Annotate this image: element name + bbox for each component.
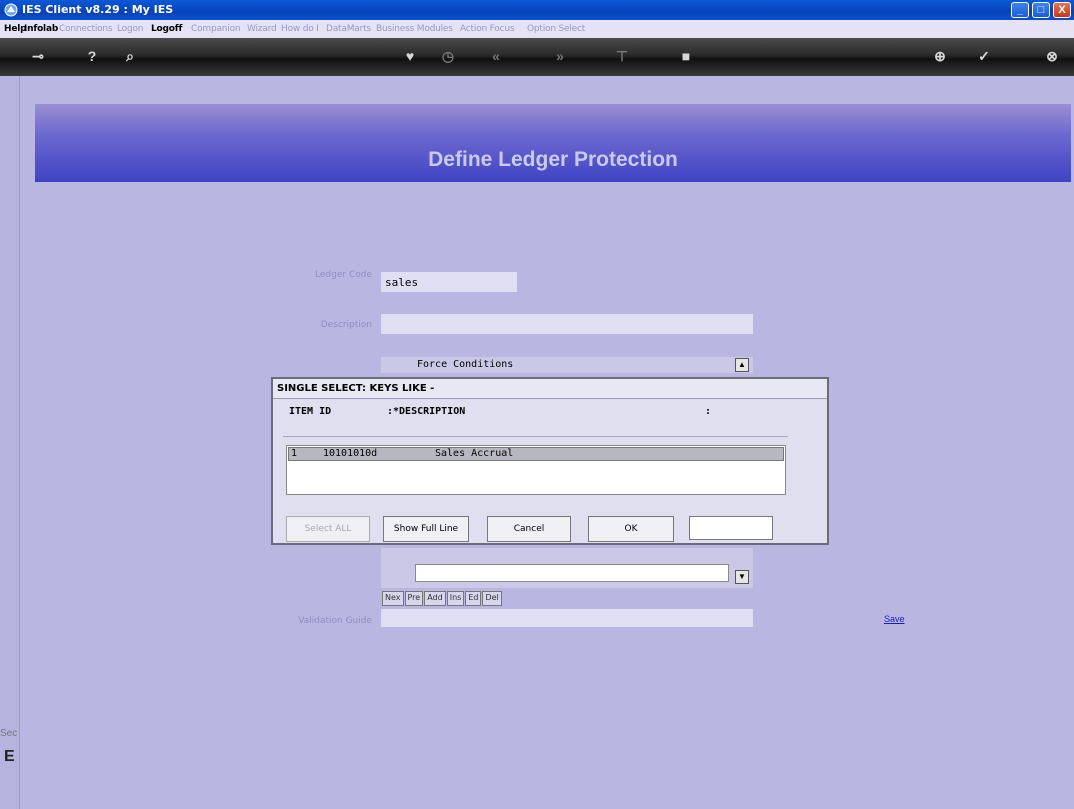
show-full-line-button[interactable]: Show Full Line [383, 516, 469, 542]
select-all-button[interactable]: Select ALL [286, 516, 370, 542]
left-strip [0, 76, 20, 809]
clock-icon[interactable]: ◷ [436, 48, 460, 65]
edit-button[interactable]: Ed [465, 591, 482, 606]
maximize-button[interactable]: □ [1032, 2, 1050, 18]
heart-icon[interactable]: ♥ [398, 48, 422, 64]
column-end: : [705, 406, 712, 417]
zoom-icon[interactable]: ⊕ [928, 48, 952, 65]
page-title: Define Ledger Protection [428, 148, 678, 171]
validation-guide-label: Validation Guide [298, 616, 372, 626]
list-nav-buttons: Nex Pre Add Ins Ed Del [382, 591, 502, 606]
check-icon[interactable]: ✓ [972, 48, 996, 65]
toolbar: ⊸ ? ⌕ ♥ ◷ « » ⊤ ■ ⊕ ✓ ⊗ [0, 38, 1074, 76]
conditions-input-row[interactable] [415, 564, 729, 582]
side-letter: E [4, 748, 15, 765]
menu-action-focus[interactable]: Action Focus [460, 24, 515, 34]
menu-infolab[interactable]: Infolab [24, 24, 58, 34]
dialog-input[interactable] [689, 516, 773, 540]
row-number: 1 [291, 448, 298, 459]
menu-logoff[interactable]: Logoff [151, 24, 182, 34]
column-description: :*DESCRIPTION [387, 406, 466, 417]
delete-button[interactable]: Del [482, 591, 502, 606]
key-icon[interactable]: ⊸ [26, 48, 50, 65]
previous-button[interactable]: Pre [404, 591, 424, 606]
next-icon[interactable]: » [548, 48, 572, 64]
window-titlebar: IES Client v8.29 : My IES _ □ X [0, 0, 1074, 20]
list-item[interactable]: 1 10101010d Sales Accrual [288, 447, 784, 461]
menu-datamarts[interactable]: DataMarts [326, 24, 371, 34]
previous-icon[interactable]: « [484, 48, 508, 64]
ledger-code-label: Ledger Code [315, 270, 372, 280]
save-link[interactable]: Save [884, 614, 905, 624]
menu-companion[interactable]: Companion [191, 24, 241, 34]
validation-guide-field[interactable] [381, 609, 753, 627]
menu-option-select[interactable]: Option Select [527, 24, 585, 34]
page-banner: Define Ledger Protection [35, 104, 1071, 182]
description-field[interactable] [381, 314, 753, 334]
menu-business-modules[interactable]: Business Modules [376, 24, 453, 34]
sec-label: Sec [0, 728, 18, 739]
minimize-button[interactable]: _ [1011, 2, 1029, 18]
insert-button[interactable]: Ins [446, 591, 465, 606]
tool-icon[interactable]: ⊤ [610, 48, 634, 65]
next-button[interactable]: Nex [382, 591, 404, 606]
app-icon [4, 3, 18, 17]
help-icon[interactable]: ? [80, 48, 104, 64]
window-title: IES Client v8.29 : My IES [22, 3, 174, 16]
menu-logon[interactable]: Logon [117, 24, 143, 34]
menu-connections[interactable]: Connections [59, 24, 113, 34]
single-select-dialog: SINGLE SELECT: KEYS LIKE - ITEM ID :*DES… [271, 377, 829, 545]
close-icon[interactable]: ⊗ [1040, 48, 1064, 65]
column-item-id: ITEM ID [289, 406, 332, 417]
row-item-id: 10101010d [323, 448, 378, 459]
search-icon[interactable]: ⌕ [118, 48, 142, 65]
add-button[interactable]: Add [424, 591, 446, 606]
cancel-button[interactable]: Cancel [487, 516, 571, 542]
scroll-up-button[interactable]: ▲ [735, 358, 749, 372]
row-description: Sales Accrual [435, 448, 514, 459]
divider [283, 436, 788, 437]
menu-bar: Help Infolab Connections Logon Logoff Co… [0, 20, 1074, 38]
scroll-down-button[interactable]: ▼ [735, 570, 749, 584]
ok-button[interactable]: OK [588, 516, 674, 542]
menu-how-do-i[interactable]: How do I [281, 24, 319, 34]
dialog-title: SINGLE SELECT: KEYS LIKE - [273, 379, 827, 399]
force-conditions-header: Force Conditions [381, 357, 753, 373]
stop-icon[interactable]: ■ [674, 48, 698, 64]
close-window-button[interactable]: X [1053, 2, 1071, 18]
menu-wizard[interactable]: Wizard [247, 24, 277, 34]
conditions-list [381, 548, 753, 588]
select-list[interactable]: 1 10101010d Sales Accrual [286, 445, 786, 495]
ledger-code-field[interactable]: sales [381, 272, 517, 292]
description-label: Description [320, 320, 372, 330]
